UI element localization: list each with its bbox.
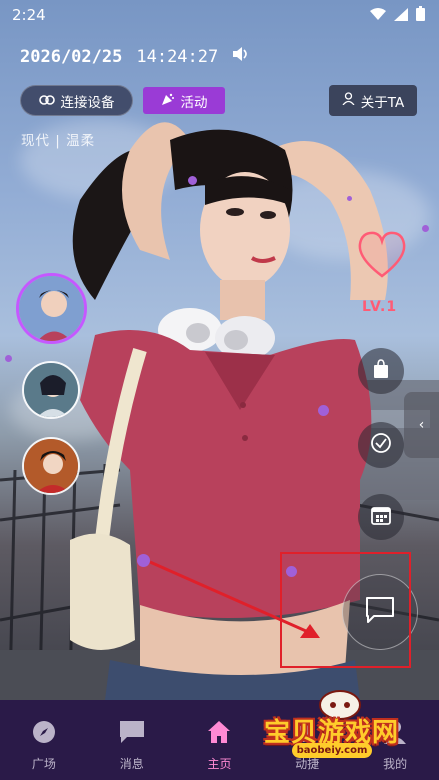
nav-item-plaza[interactable]: 广场 <box>0 700 88 780</box>
person-icon <box>342 92 355 109</box>
particle <box>188 176 197 185</box>
check-circle-icon <box>370 432 392 458</box>
link-icon <box>38 93 55 109</box>
time-text: 14:24:27 <box>136 46 219 67</box>
signal-icon <box>394 6 408 25</box>
nav-label: 主页 <box>207 757 232 771</box>
particle <box>5 355 12 362</box>
datetime-display: 2026/02/25 14:24:27 <box>20 46 250 67</box>
home-icon <box>207 720 231 747</box>
compass-icon <box>32 720 56 747</box>
activity-label: 活动 <box>180 94 208 111</box>
calendar-icon <box>371 505 391 529</box>
character-avatar-1[interactable] <box>16 273 87 344</box>
collapse-side-tab[interactable]: ‹ <box>404 392 439 458</box>
about-ta-button[interactable]: 关于TA <box>329 85 417 116</box>
battery-icon <box>416 6 425 25</box>
status-bar: 2:24 <box>0 0 439 30</box>
activity-button[interactable]: 活动 <box>143 87 225 114</box>
check-in-button[interactable] <box>358 422 404 468</box>
nav-label: 消息 <box>119 757 144 771</box>
speaker-icon[interactable] <box>232 46 250 67</box>
particle <box>137 554 150 567</box>
shopping-bag-icon <box>372 359 390 383</box>
connect-device-label: 连接设备 <box>60 94 115 111</box>
party-popper-icon <box>161 92 175 110</box>
particle <box>318 405 329 416</box>
about-ta-label: 关于TA <box>360 94 405 111</box>
shop-button[interactable] <box>358 348 404 394</box>
chevron-left-icon: ‹ <box>418 417 425 433</box>
personality-tags: 现代 | 温柔 <box>21 133 96 149</box>
heart-icon[interactable] <box>356 230 408 284</box>
nav-label: 广场 <box>31 757 56 771</box>
watermark-url: baobeiy.com <box>292 743 372 758</box>
particle <box>422 225 429 232</box>
calendar-button[interactable] <box>358 494 404 540</box>
annotation-highlight-box <box>280 552 411 668</box>
level-indicator: LV.1 <box>362 299 398 315</box>
character-avatar-3[interactable] <box>22 437 80 495</box>
particle <box>347 196 352 201</box>
chat-icon <box>119 720 145 747</box>
nav-item-home[interactable]: 主页 <box>176 700 264 780</box>
connect-device-button[interactable]: 连接设备 <box>20 85 133 116</box>
nav-item-messages[interactable]: 消息 <box>88 700 176 780</box>
status-time: 2:24 <box>12 6 46 24</box>
date-text: 2026/02/25 <box>20 46 123 67</box>
character-avatar-2[interactable] <box>22 361 80 419</box>
wifi-icon <box>370 6 386 25</box>
